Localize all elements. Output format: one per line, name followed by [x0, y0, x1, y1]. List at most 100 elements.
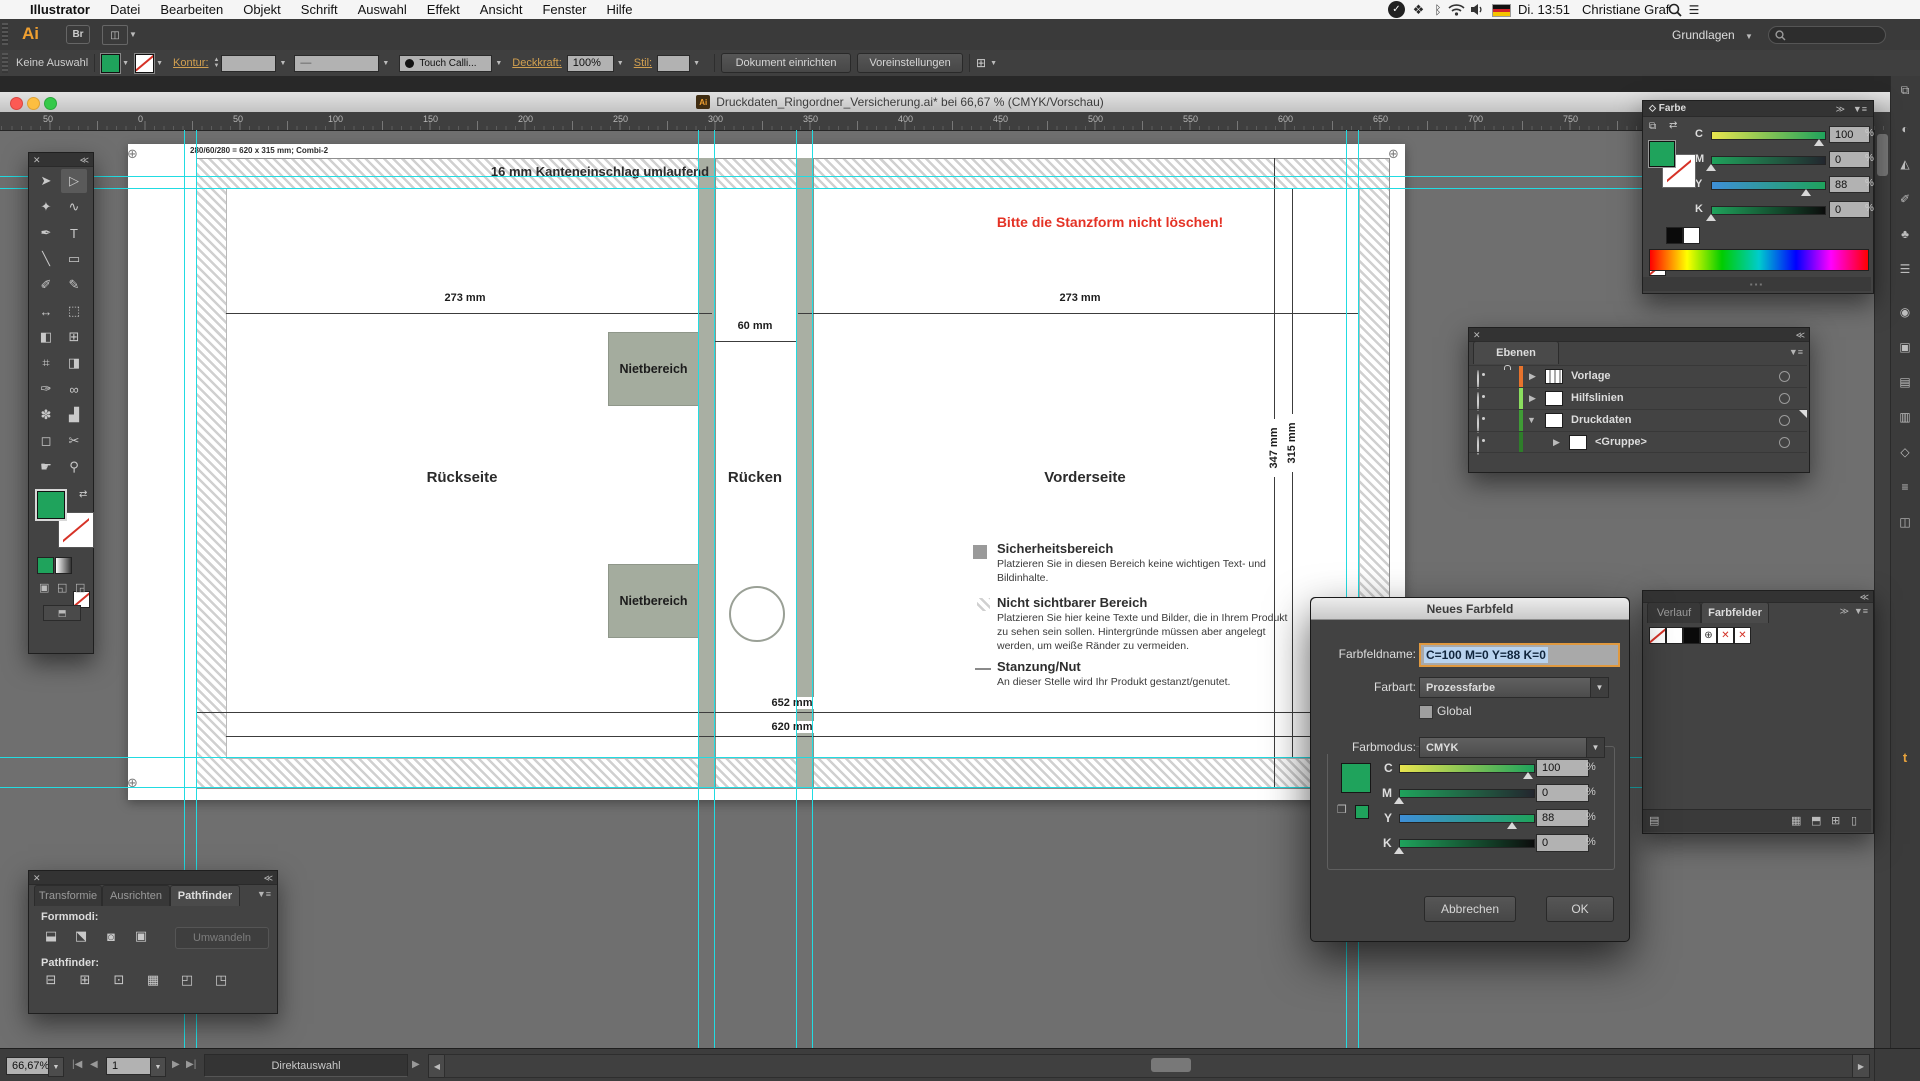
graph-tool[interactable]: ▟: [61, 403, 87, 427]
stroke-weight-stepper[interactable]: ▲▼: [214, 57, 220, 69]
direct-selection-tool[interactable]: ▷: [61, 169, 87, 193]
align-options-icon[interactable]: ⊞: [976, 56, 986, 70]
toolbar-fill-swatch[interactable]: [37, 491, 65, 519]
opacity-arrow-icon[interactable]: ▼: [617, 60, 624, 67]
menu-illustrator[interactable]: Illustrator: [20, 0, 100, 19]
blend-tool[interactable]: ∞: [61, 377, 87, 401]
divide-button[interactable]: ⊟: [41, 971, 61, 989]
horizontal-ruler[interactable]: [0, 112, 1920, 131]
layer-row[interactable]: ▶ Vorlage: [1469, 365, 1807, 387]
yellow-value-field[interactable]: 88: [1536, 809, 1589, 827]
cyan-value-field[interactable]: 100: [1829, 126, 1870, 143]
swatch-white[interactable]: [1666, 627, 1683, 644]
panel-collapse-icon[interactable]: ≪: [1796, 330, 1805, 341]
fill-arrow-icon[interactable]: ▼: [122, 60, 129, 67]
opacity-label[interactable]: Deckkraft:: [512, 57, 562, 69]
panel-collapse-icon[interactable]: ≫: [1836, 104, 1845, 115]
layer-name[interactable]: <Gruppe>: [1595, 436, 1647, 448]
layer-name[interactable]: Vorlage: [1571, 370, 1611, 382]
cyan-slider-thumb[interactable]: [1523, 772, 1533, 779]
gamut-swatch[interactable]: [1355, 805, 1369, 819]
tab-verlauf[interactable]: Verlauf: [1647, 602, 1701, 623]
minus-front-button[interactable]: ⬔: [71, 927, 91, 945]
brush-definition[interactable]: Touch Calli...: [399, 55, 492, 72]
layer-target-icon[interactable]: [1779, 415, 1790, 426]
layer-collapse-icon[interactable]: ▼: [1527, 415, 1536, 425]
grafikstile-panel-icon[interactable]: ▣: [1892, 335, 1918, 359]
outline-button[interactable]: ◰: [177, 971, 197, 989]
layer-thumbnail[interactable]: [1545, 369, 1563, 384]
shape-builder-tool[interactable]: ◧: [33, 325, 59, 349]
arrange-documents-icon[interactable]: ◫: [102, 25, 128, 45]
stroke-weight-label[interactable]: Kontur:: [173, 57, 208, 69]
scroll-right-button[interactable]: ▶: [1852, 1054, 1870, 1078]
close-button[interactable]: [10, 97, 23, 110]
layer-target-icon[interactable]: [1779, 393, 1790, 404]
panel-collapse-icon[interactable]: ≪: [1860, 592, 1869, 603]
layer-thumbnail[interactable]: [1545, 391, 1563, 406]
profile-arrow-icon[interactable]: ▼: [382, 60, 389, 67]
last-artboard-icon[interactable]: ▶|: [186, 1059, 196, 1070]
width-tool[interactable]: ↔: [33, 299, 59, 323]
panel-collapse-icon[interactable]: ≫: [1840, 606, 1849, 617]
magenta-slider[interactable]: [1711, 156, 1826, 165]
black-value-field[interactable]: 0: [1536, 834, 1589, 852]
magenta-slider[interactable]: [1399, 789, 1535, 798]
next-artboard-icon[interactable]: ▶: [172, 1059, 180, 1070]
layer-expand-icon[interactable]: ▶: [1529, 371, 1536, 382]
tab-ebenen[interactable]: Ebenen: [1473, 341, 1559, 364]
bridge-button[interactable]: Br: [66, 25, 90, 44]
notification-center-icon[interactable]: ☰: [1686, 1, 1702, 18]
status-tool-indicator[interactable]: Direktauswahl: [204, 1054, 408, 1077]
panel-menu-icon[interactable]: ▼≡: [1853, 104, 1867, 114]
global-checkbox[interactable]: [1419, 705, 1433, 719]
maximize-button[interactable]: [44, 97, 57, 110]
menu-datei[interactable]: Datei: [100, 0, 150, 19]
pathfinder-panel-icon[interactable]: ◫: [1892, 510, 1918, 534]
layer-name[interactable]: Hilfslinien: [1571, 392, 1624, 404]
panel-collapse-icon[interactable]: ≪: [80, 155, 89, 166]
delete-swatch-icon[interactable]: ▯: [1851, 814, 1857, 827]
pen-tool[interactable]: ✒: [33, 221, 59, 245]
tab-ausrichten[interactable]: Ausrichten: [102, 885, 170, 906]
german-flag-icon[interactable]: [1492, 4, 1511, 17]
pencil-tool[interactable]: ✎: [61, 273, 87, 297]
tab-farbfelder[interactable]: Farbfelder: [1701, 602, 1769, 623]
resize-corner[interactable]: [1874, 1049, 1920, 1081]
opacity-field[interactable]: 100%: [567, 55, 614, 72]
zeichenflaechen-panel-icon[interactable]: ▥: [1892, 405, 1918, 429]
swatch-libraries-icon[interactable]: ▤: [1649, 814, 1659, 827]
magenta-slider-thumb[interactable]: [1394, 797, 1404, 804]
layer-name[interactable]: Druckdaten: [1571, 414, 1632, 426]
rectangle-tool[interactable]: ▭: [61, 247, 87, 271]
apple-menu-icon[interactable]: [0, 0, 20, 19]
screen-mode-button[interactable]: ⬒: [43, 605, 81, 621]
check-badge-icon[interactable]: ✓: [1388, 1, 1405, 18]
style-field[interactable]: [657, 55, 690, 72]
magenta-value-field[interactable]: 0: [1829, 151, 1870, 168]
black-slider-thumb[interactable]: [1706, 214, 1716, 221]
style-arrow-icon[interactable]: ▼: [693, 60, 700, 67]
magenta-value-field[interactable]: 0: [1536, 784, 1589, 802]
zoom-dropdown-icon[interactable]: ▼: [48, 1057, 64, 1077]
align-arrow-icon[interactable]: ▼: [990, 60, 997, 67]
panel-menu-icon[interactable]: ▼≡: [1854, 606, 1868, 616]
panel-menu-icon[interactable]: ▼≡: [1789, 347, 1803, 357]
dialog-title-bar[interactable]: Neues Farbfeld: [1311, 598, 1629, 620]
black-slider-thumb[interactable]: [1394, 847, 1404, 854]
draw-normal-icon[interactable]: ▣: [39, 581, 49, 594]
preferences-button[interactable]: Voreinstellungen: [857, 53, 963, 73]
bluetooth-icon[interactable]: ᛒ: [1431, 1, 1445, 18]
white-swatch[interactable]: [1683, 227, 1700, 244]
swatch-name-input[interactable]: C=100 M=0 Y=88 K=0: [1419, 643, 1620, 667]
magenta-slider-thumb[interactable]: [1706, 164, 1716, 171]
menu-hilfe[interactable]: Hilfe: [597, 0, 643, 19]
perspective-grid-tool[interactable]: ⊞: [61, 325, 87, 349]
draw-inside-icon[interactable]: ◲: [75, 581, 85, 594]
new-swatch-icon[interactable]: ⊞: [1831, 814, 1840, 827]
hand-tool[interactable]: ☛: [33, 455, 59, 479]
brush-arrow-icon[interactable]: ▼: [495, 60, 502, 67]
yellow-value-field[interactable]: 88: [1829, 176, 1870, 193]
menu-bearbeiten[interactable]: Bearbeiten: [150, 0, 233, 19]
swatch-pattern[interactable]: ✕: [1717, 627, 1734, 644]
